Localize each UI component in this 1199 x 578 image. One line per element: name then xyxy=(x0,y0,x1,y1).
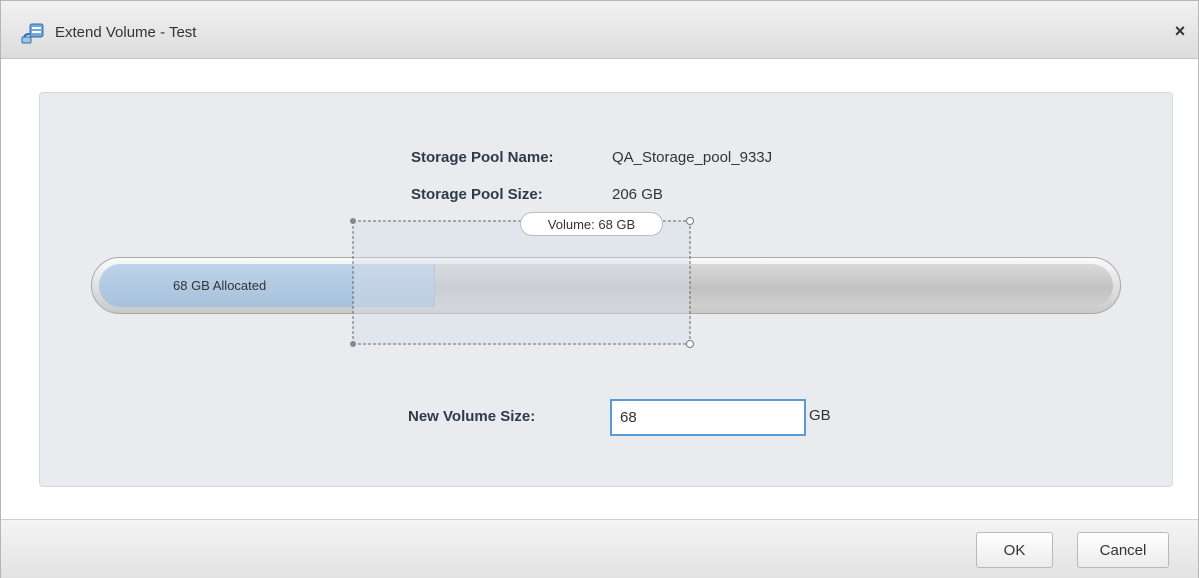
cancel-button[interactable]: Cancel xyxy=(1077,532,1169,568)
pool-name-label: Storage Pool Name: xyxy=(411,149,554,166)
dialog-titlebar: Extend Volume - Test × xyxy=(1,1,1198,59)
extend-volume-dialog: Extend Volume - Test × Storage Pool Name… xyxy=(0,0,1199,578)
pool-size-label: Storage Pool Size: xyxy=(411,186,543,203)
new-volume-size-label: New Volume Size: xyxy=(408,408,536,425)
resize-handle[interactable] xyxy=(350,341,356,347)
ok-button[interactable]: OK xyxy=(976,532,1053,568)
new-volume-size-input[interactable] xyxy=(610,399,806,436)
dialog-title: Extend Volume - Test xyxy=(55,24,197,41)
pool-name-value: QA_Storage_pool_933J xyxy=(612,149,773,166)
volume-icon xyxy=(21,22,45,44)
close-icon[interactable]: × xyxy=(1171,20,1189,42)
allocated-label: 68 GB Allocated xyxy=(173,278,267,293)
volume-size-tooltip: Volume: 68 GB xyxy=(520,212,663,236)
resize-handle[interactable] xyxy=(686,217,694,225)
pool-size-value: 206 GB xyxy=(612,186,663,203)
size-unit-label: GB xyxy=(809,407,831,424)
resize-handle[interactable] xyxy=(686,340,694,348)
resize-handle[interactable] xyxy=(350,218,356,224)
